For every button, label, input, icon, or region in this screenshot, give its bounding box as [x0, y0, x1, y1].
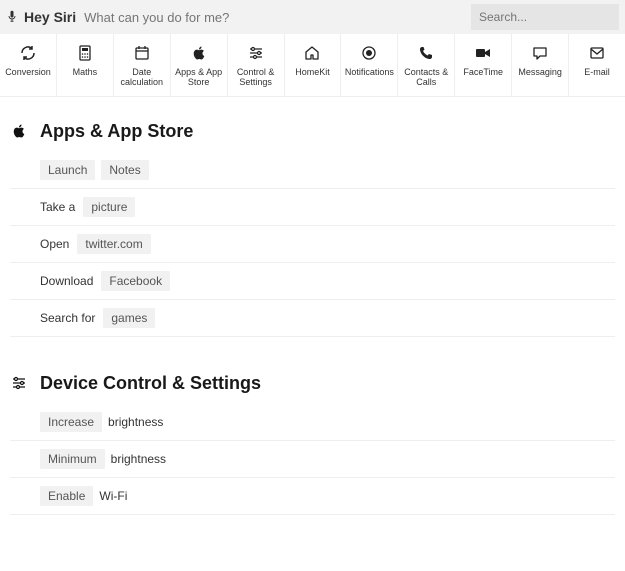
command-row[interactable]: Download Facebook — [10, 263, 615, 300]
topbar: Hey Siri — [0, 0, 625, 34]
command-text: Open — [40, 237, 69, 251]
nav-label: Date calculation — [116, 67, 168, 88]
mic-icon — [6, 9, 18, 25]
navbar: Conversion Maths Date calculationApps & Ap… — [0, 34, 625, 97]
nav-item-contacts-calls[interactable]: Contacts & Calls — [398, 34, 455, 96]
apple-icon — [10, 123, 28, 139]
apple-icon — [173, 44, 225, 62]
nav-label: Messaging — [514, 67, 566, 77]
calculator-icon — [59, 44, 111, 62]
command-row[interactable]: Take a picture — [10, 189, 615, 226]
command-row[interactable]: Launch Notes — [10, 158, 615, 189]
command-text: Download — [40, 274, 93, 288]
video-icon — [457, 44, 509, 62]
section-title: Device Control & Settings — [40, 373, 261, 394]
nav-label: Notifications — [343, 67, 395, 77]
section: Device Control & Settings Increase brightn… — [10, 373, 615, 515]
circle-dot-icon — [343, 44, 395, 62]
command-parameter: Increase — [40, 412, 102, 432]
refresh-icon — [2, 44, 54, 62]
mail-icon — [571, 44, 623, 62]
nav-label: FaceTime — [457, 67, 509, 77]
nav-item-date-calculation[interactable]: Date calculation — [114, 34, 171, 96]
search-input[interactable] — [471, 4, 619, 30]
nav-label: Apps & App Store — [173, 67, 225, 88]
command-text: Search for — [40, 311, 95, 325]
nav-item-facetime[interactable]: FaceTime — [455, 34, 512, 96]
section: Apps & App Store Launch Notes Take a picture… — [10, 121, 615, 337]
hey-siri-label: Hey Siri — [24, 9, 76, 25]
nav-item-homekit[interactable]: HomeKit — [285, 34, 342, 96]
command-text: Take a — [40, 200, 75, 214]
command-parameter: twitter.com — [77, 234, 150, 254]
nav-item-messaging[interactable]: Messaging — [512, 34, 569, 96]
command-text: brightness — [111, 452, 166, 466]
phone-icon — [400, 44, 452, 62]
nav-label: Conversion — [2, 67, 54, 77]
command-parameter: Facebook — [101, 271, 170, 291]
sliders-icon — [10, 375, 28, 391]
command-text: brightness — [108, 415, 163, 429]
sliders-icon — [230, 44, 282, 62]
command-row[interactable]: Increase brightness — [10, 410, 615, 441]
command-parameter: Enable — [40, 486, 93, 506]
nav-item-maths[interactable]: Maths — [57, 34, 114, 96]
section-title: Apps & App Store — [40, 121, 193, 142]
nav-item-control-settings[interactable]: Control & Settings — [228, 34, 285, 96]
command-parameter: picture — [83, 197, 135, 217]
nav-item-e-mail[interactable]: E-mail — [569, 34, 625, 96]
nav-label: E-mail — [571, 67, 623, 77]
command-row[interactable]: Enable Wi-Fi — [10, 478, 615, 515]
nav-label: Maths — [59, 67, 111, 77]
nav-label: HomeKit — [287, 67, 339, 77]
home-icon — [287, 44, 339, 62]
prompt-input[interactable] — [84, 10, 471, 25]
nav-label: Control & Settings — [230, 67, 282, 88]
nav-item-notifications[interactable]: Notifications — [341, 34, 398, 96]
command-parameter: Notes — [101, 160, 148, 180]
section-head: Apps & App Store — [10, 121, 615, 142]
command-text: Wi-Fi — [99, 489, 127, 503]
nav-item-apps-app-store[interactable]: Apps & App Store — [171, 34, 228, 96]
command-row[interactable]: Open twitter.com — [10, 226, 615, 263]
calendar-icon — [116, 44, 168, 62]
command-parameter: games — [103, 308, 155, 328]
nav-label: Contacts & Calls — [400, 67, 452, 88]
section-head: Device Control & Settings — [10, 373, 615, 394]
content: Apps & App Store Launch Notes Take a picture… — [0, 97, 625, 571]
command-parameter: Minimum — [40, 449, 105, 469]
command-parameter: Launch — [40, 160, 95, 180]
command-row[interactable]: Minimum brightness — [10, 441, 615, 478]
chat-icon — [514, 44, 566, 62]
nav-item-conversion[interactable]: Conversion — [0, 34, 57, 96]
command-row[interactable]: Search for games — [10, 300, 615, 337]
